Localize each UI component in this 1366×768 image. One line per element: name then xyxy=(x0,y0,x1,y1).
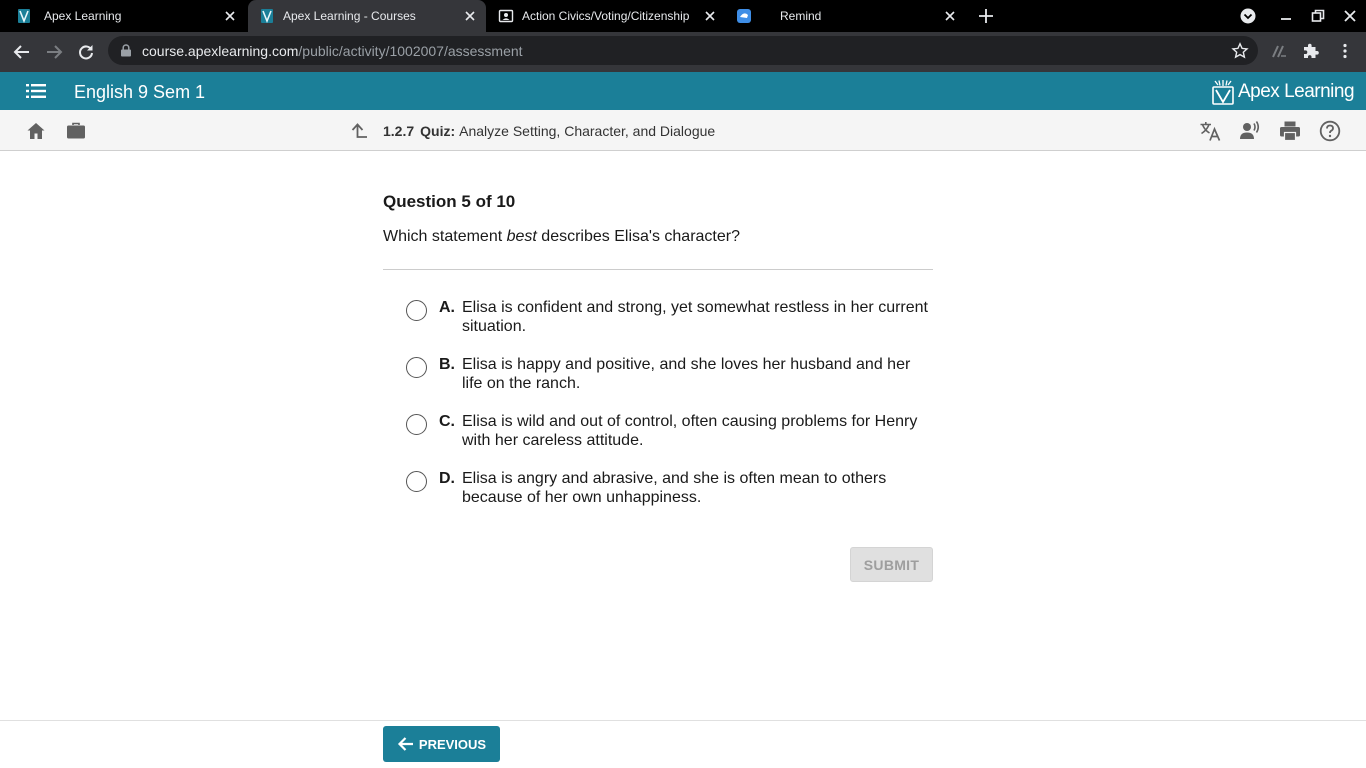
classroom-favicon-icon xyxy=(498,9,514,23)
browser-tab-apex-courses[interactable]: Apex Learning - Courses xyxy=(248,0,486,32)
browser-menu-icon[interactable] xyxy=(1336,42,1354,60)
option-letter: A. xyxy=(439,299,455,316)
apex-logo-icon xyxy=(1212,80,1234,105)
speaker-icon[interactable] xyxy=(1239,120,1261,142)
url-path: /public/activity/1002007/assessment xyxy=(298,43,523,59)
lock-icon[interactable] xyxy=(120,44,132,57)
activity-name: Analyze Setting, Character, and Dialogue xyxy=(459,123,716,139)
radio-button-a[interactable] xyxy=(406,300,427,321)
arrow-left-icon xyxy=(397,737,413,751)
apex-learning-logo[interactable]: Apex Learning xyxy=(1212,79,1355,105)
minimize-icon[interactable] xyxy=(1278,8,1294,24)
tab-title: Action Civics/Voting/Citizenship xyxy=(522,9,690,23)
prompt-emphasis: best xyxy=(506,228,537,245)
previous-label: PREVIOUS xyxy=(418,736,487,752)
close-icon[interactable] xyxy=(224,10,236,22)
option-letter: C. xyxy=(439,413,455,430)
url-text[interactable]: course.apexlearning.com/public/activity/… xyxy=(142,43,523,59)
browser-tab-remind[interactable]: Remind xyxy=(728,0,966,32)
translate-icon[interactable] xyxy=(1199,120,1221,142)
tab-search-icon[interactable] xyxy=(1240,8,1256,24)
radio-button-d[interactable] xyxy=(406,471,427,492)
reload-icon[interactable] xyxy=(76,42,96,62)
option-text: Elisa is confident and strong, yet somew… xyxy=(462,299,928,335)
remind-favicon-icon xyxy=(737,9,751,23)
close-icon[interactable] xyxy=(944,10,956,22)
brand-name: Apex Learning xyxy=(1238,81,1355,102)
submit-button[interactable]: SUBMIT xyxy=(850,547,933,582)
radio-button-b[interactable] xyxy=(406,357,427,378)
activity-breadcrumb: 1.2.7 Quiz: Analyze Setting, Character, an… xyxy=(383,123,715,139)
help-icon[interactable] xyxy=(1319,120,1341,142)
tab-title: Remind xyxy=(780,9,822,23)
close-icon[interactable] xyxy=(464,10,476,22)
up-to-parent-icon[interactable] xyxy=(349,121,369,141)
question-prompt: Which statement best describes Elisa's c… xyxy=(383,228,740,246)
option-letter: D. xyxy=(439,470,455,487)
radio-button-c[interactable] xyxy=(406,414,427,435)
print-icon[interactable] xyxy=(1279,120,1301,142)
browser-tab-apex-learning[interactable]: Apex Learning xyxy=(0,0,246,32)
close-window-icon[interactable] xyxy=(1342,8,1358,24)
option-text: Elisa is happy and positive, and she lov… xyxy=(462,356,911,392)
home-icon[interactable] xyxy=(26,121,46,141)
restore-icon[interactable] xyxy=(1310,8,1326,24)
question-divider xyxy=(383,269,933,270)
footer-bar xyxy=(0,720,1366,768)
browser-tab-action-civics[interactable]: Action Civics/Voting/Citizenship xyxy=(488,0,726,32)
activity-number: 1.2.7 xyxy=(383,123,415,139)
url-host: course.apexlearning.com xyxy=(142,43,299,59)
browser-tab-strip: Apex Learning Apex Learning - Courses Ac… xyxy=(0,0,1366,32)
bookmark-star-icon[interactable] xyxy=(1231,42,1249,60)
previous-button[interactable]: PREVIOUS xyxy=(383,726,500,762)
tab-title: Apex Learning xyxy=(44,9,122,23)
option-text: Elisa is angry and abrasive, and she is … xyxy=(462,470,887,506)
apex-favicon-icon xyxy=(261,9,273,24)
new-tab-icon[interactable] xyxy=(978,8,994,24)
question-counter: Question 5 of 10 xyxy=(383,192,516,211)
answer-option-b[interactable]: B. Elisa is happy and positive, and she … xyxy=(406,355,936,395)
forward-icon[interactable] xyxy=(44,42,64,62)
option-letter: B. xyxy=(439,356,455,373)
apex-favicon-icon xyxy=(18,9,30,24)
tab-title: Apex Learning - Courses xyxy=(283,9,416,23)
close-icon[interactable] xyxy=(704,10,716,22)
prompt-text: Which statement xyxy=(383,228,507,245)
activity-kind: Quiz: xyxy=(420,123,456,139)
answer-option-d[interactable]: D. Elisa is angry and abrasive, and she … xyxy=(406,469,936,509)
prompt-text: describes Elisa's character? xyxy=(536,228,740,245)
back-icon[interactable] xyxy=(12,42,32,62)
course-menu-icon[interactable] xyxy=(26,84,46,98)
answer-option-c[interactable]: C. Elisa is wild and out of control, oft… xyxy=(406,412,936,452)
extensions-puzzle-icon[interactable] xyxy=(1302,42,1320,60)
course-title: English 9 Sem 1 xyxy=(74,82,206,102)
answer-option-a[interactable]: A. Elisa is confident and strong, yet so… xyxy=(406,298,936,338)
briefcase-icon[interactable] xyxy=(66,121,86,141)
extension-read-write-icon[interactable] xyxy=(1270,42,1288,60)
option-text: Elisa is wild and out of control, often … xyxy=(462,413,918,449)
